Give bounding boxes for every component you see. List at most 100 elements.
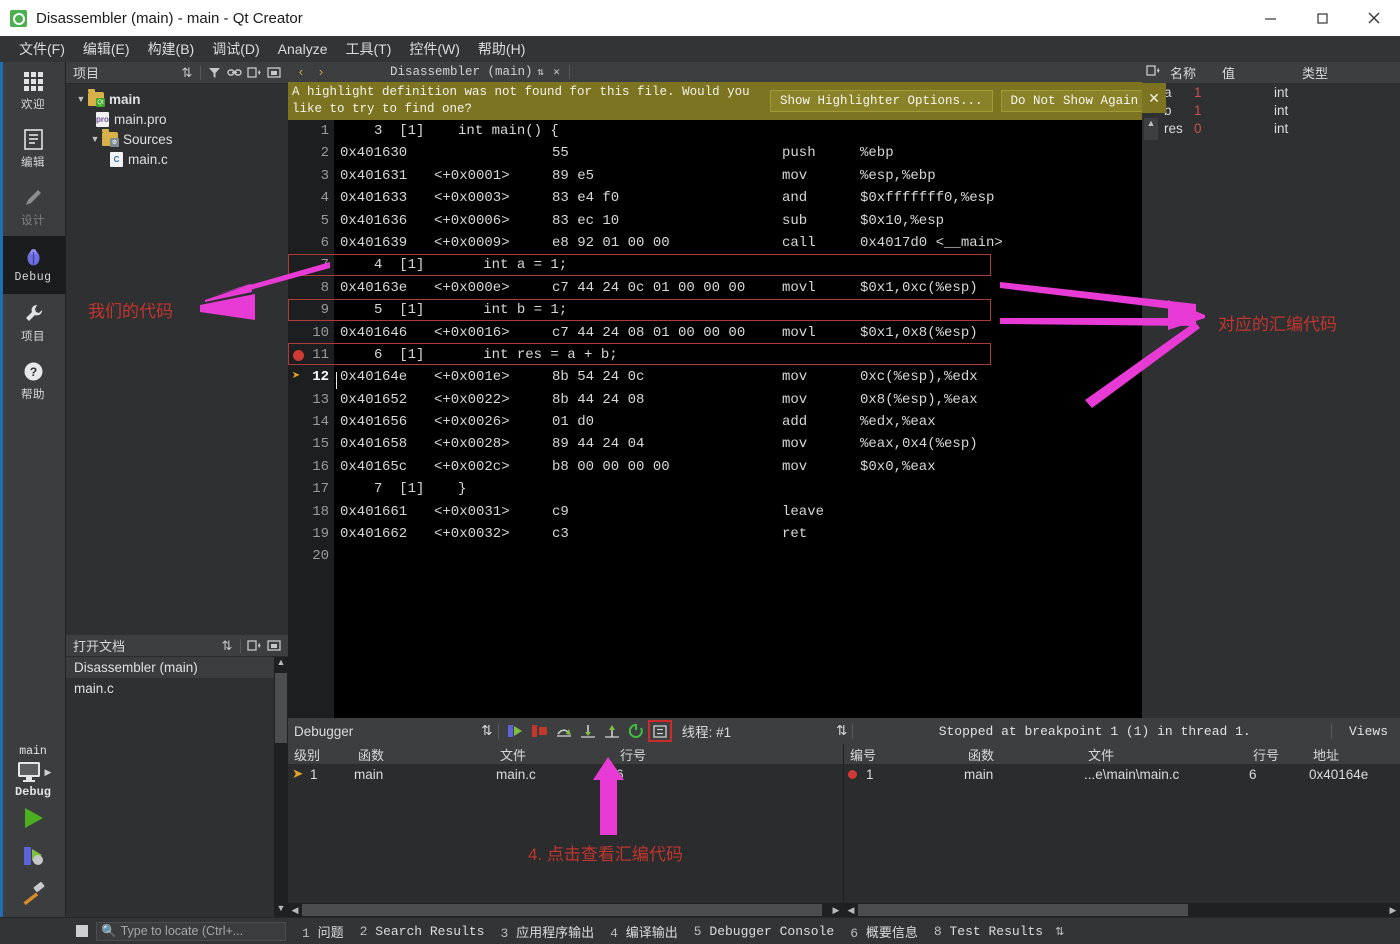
scroll-right-icon[interactable]: ▶	[1386, 903, 1400, 917]
locate-input[interactable]: 🔍 Type to locate (Ctrl+...	[96, 921, 286, 941]
editor-file-dropdown-icon[interactable]: ⇅	[533, 65, 549, 79]
scroll-thumb[interactable]	[858, 904, 1188, 916]
views-button[interactable]: Views	[1337, 724, 1400, 739]
close-icon[interactable]	[264, 63, 284, 83]
output-pane-dropdown-icon[interactable]: ⇅	[1055, 925, 1064, 938]
mode-edit[interactable]: 编辑	[0, 120, 66, 178]
sync-icon[interactable]: ⇅	[177, 63, 197, 83]
column-header-file[interactable]: 文件	[1082, 745, 1247, 764]
step-into-icon[interactable]	[576, 720, 600, 742]
tree-item-main[interactable]: ▼ Qt main	[66, 89, 288, 109]
open-document-disassembler[interactable]: Disassembler (main)	[66, 657, 288, 678]
scroll-thumb[interactable]	[302, 904, 822, 916]
expand-arrow-icon[interactable]: ▼	[88, 134, 102, 144]
expand-arrow-icon[interactable]: ▼	[74, 94, 88, 104]
thread-dropdown-icon[interactable]: ⇅	[836, 723, 847, 739]
close-icon[interactable]	[264, 636, 284, 656]
status-tab-issues[interactable]: 1 问题	[302, 922, 344, 941]
nav-forward-icon[interactable]: ›	[312, 65, 330, 80]
step-out-icon[interactable]	[600, 720, 624, 742]
kit-selector[interactable]: main ▶ Debug	[0, 745, 66, 799]
scroll-thumb[interactable]	[275, 673, 287, 743]
local-variable-row[interactable]: a 1 int	[1142, 83, 1400, 101]
scroll-up-icon[interactable]: ▲	[1144, 118, 1158, 140]
split-icon[interactable]	[244, 63, 264, 83]
column-header-line[interactable]: 行号	[614, 745, 843, 764]
stack-frame-row[interactable]: ➤ 1 main main.c 6	[288, 764, 843, 784]
column-header-level[interactable]: 级别	[288, 745, 352, 764]
thread-selector[interactable]: 线程: #1	[682, 721, 732, 741]
open-document-main-c[interactable]: main.c	[66, 678, 288, 699]
menu-debug[interactable]: 调试(D)	[203, 37, 268, 61]
menu-window[interactable]: 控件(W)	[400, 37, 469, 61]
status-tab-general-messages[interactable]: 6 概要信息	[850, 922, 918, 941]
link-icon[interactable]	[224, 63, 244, 83]
restart-icon[interactable]	[624, 720, 648, 742]
status-tab-test-results[interactable]: 8 Test Results	[934, 924, 1043, 939]
column-header-file[interactable]: 文件	[494, 745, 614, 764]
menu-file[interactable]: 文件(F)	[10, 37, 74, 61]
local-variable-row[interactable]: b 1 int	[1142, 101, 1400, 119]
split-icon[interactable]	[244, 636, 264, 656]
close-button[interactable]	[1348, 0, 1400, 36]
status-tab-application-output[interactable]: 3 应用程序输出	[500, 922, 594, 941]
nav-back-icon[interactable]: ‹	[292, 65, 310, 80]
menu-tools[interactable]: 工具(T)	[336, 37, 400, 61]
minimize-button[interactable]	[1244, 0, 1296, 36]
column-header-address[interactable]: 地址	[1307, 745, 1400, 764]
mode-design[interactable]: 设计	[0, 178, 66, 236]
sync-icon[interactable]: ⇅	[217, 636, 237, 656]
stack-pane: 级别 函数 文件 行号 ➤ 1 main main.c 6 ◀ ▶	[288, 744, 844, 917]
show-highlighter-options-button[interactable]: Show Highlighter Options...	[770, 90, 993, 112]
stop-icon[interactable]	[528, 720, 552, 742]
column-header-number[interactable]: 编号	[844, 745, 962, 764]
start-debugging-button[interactable]	[0, 837, 66, 875]
step-over-icon[interactable]	[552, 720, 576, 742]
column-header-type[interactable]: 类型	[1296, 63, 1400, 82]
tree-item-sources[interactable]: ▼ ⚙ Sources	[66, 129, 288, 149]
editor-filename[interactable]: Disassembler (main)	[390, 65, 533, 79]
stack-horizontal-scrollbar[interactable]: ◀ ▶	[288, 903, 843, 917]
build-button[interactable]	[0, 875, 66, 913]
open-documents-scrollbar[interactable]: ▲ ▼	[274, 657, 288, 917]
tab-label: 编译输出	[625, 925, 678, 941]
split-icon[interactable]	[1142, 65, 1164, 80]
tree-item-main-pro[interactable]: pro main.pro	[66, 109, 288, 129]
line-number-gutter[interactable]: 1 2 3 4 5 6 7 8 9 10 11 12 13 14 15 16 1…	[288, 120, 334, 718]
editor-close-icon[interactable]: ✕	[549, 65, 565, 79]
local-variable-row[interactable]: res 0 int	[1142, 119, 1400, 137]
maximize-button[interactable]	[1296, 0, 1348, 36]
mode-welcome[interactable]: 欢迎	[0, 62, 66, 120]
menu-analyze[interactable]: Analyze	[269, 39, 337, 59]
menu-build[interactable]: 构建(B)	[139, 37, 204, 61]
menu-edit[interactable]: 编辑(E)	[74, 37, 139, 61]
column-header-value[interactable]: 值	[1216, 63, 1296, 82]
breakpoints-horizontal-scrollbar[interactable]: ◀ ▶	[844, 903, 1400, 917]
scroll-right-icon[interactable]: ▶	[829, 903, 843, 917]
status-tab-compile-output[interactable]: 4 编译输出	[610, 922, 678, 941]
do-not-show-again-button[interactable]: Do Not Show Again	[1000, 90, 1149, 112]
mode-help[interactable]: ? 帮助	[0, 352, 66, 410]
scroll-left-icon[interactable]: ◀	[844, 903, 858, 917]
continue-icon[interactable]	[504, 720, 528, 742]
output-pane-toggle-icon[interactable]	[76, 925, 88, 937]
scroll-left-icon[interactable]: ◀	[288, 903, 302, 917]
column-header-function[interactable]: 函数	[962, 745, 1082, 764]
debugger-dropdown-icon[interactable]: ⇅	[481, 723, 492, 739]
filter-icon[interactable]	[204, 63, 224, 83]
mode-debug[interactable]: Debug	[0, 236, 66, 294]
scroll-down-icon[interactable]: ▼	[274, 903, 288, 917]
status-tab-search-results[interactable]: 2 Search Results	[360, 924, 485, 939]
menu-help[interactable]: 帮助(H)	[469, 37, 534, 61]
breakpoint-row[interactable]: 1 main ...e\main\main.c 6 0x40164e	[844, 764, 1400, 784]
column-header-name[interactable]: 名称	[1164, 63, 1216, 82]
notice-close-icon[interactable]: ✕	[1142, 83, 1166, 113]
scroll-up-icon[interactable]: ▲	[274, 657, 288, 671]
column-header-function[interactable]: 函数	[352, 745, 494, 764]
column-header-line[interactable]: 行号	[1247, 745, 1307, 764]
mode-projects[interactable]: 项目	[0, 294, 66, 352]
tree-item-main-c[interactable]: C main.c	[66, 149, 288, 169]
toggle-disassembly-icon[interactable]	[647, 720, 672, 742]
run-button[interactable]	[0, 799, 66, 837]
status-tab-debugger-console[interactable]: 5 Debugger Console	[694, 924, 834, 939]
